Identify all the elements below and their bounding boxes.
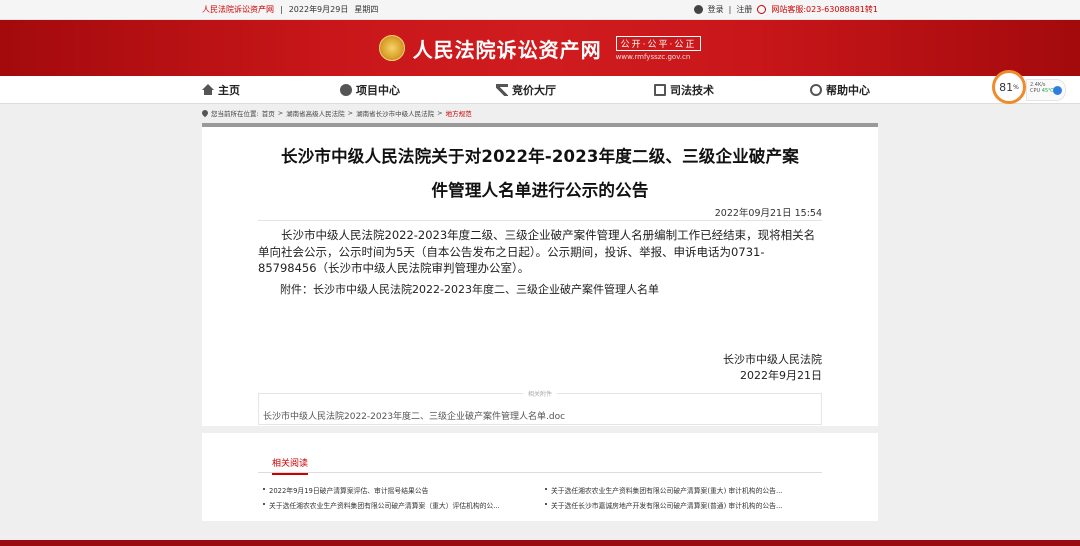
article-panel: 长沙市中级人民法院关于对2022年-2023年度二级、三级企业破产案 件管理人名… <box>202 123 878 426</box>
cpu-info: 2.4K/s CPU 45℃ <box>1026 79 1066 101</box>
cpu-temp: 45℃ <box>1041 88 1054 94</box>
breadcrumb-mid-court[interactable]: 湖南省长沙市中级人民法院 <box>356 108 434 118</box>
attachment-title-text: 相关附件 <box>522 391 557 398</box>
logo-title: 人民法院诉讼资产网 <box>412 37 602 62</box>
nav-label: 帮助中心 <box>826 84 870 97</box>
article-signature: 长沙市中级人民法院 <box>723 353 822 366</box>
article-sign-date: 2022年9月21日 <box>740 369 822 382</box>
breadcrumb-home[interactable]: 首页 <box>262 108 275 118</box>
article-body: 长沙市中级人民法院2022-2023年度二级、三级企业破产案件管理人名册编制工作… <box>258 227 822 277</box>
register-link[interactable]: 注册 <box>736 4 752 15</box>
related-link[interactable]: 关于选任湘农农业生产资料集团有限公司破产清算案（重大）评估机构的公... <box>262 500 544 510</box>
article-date: 2022年09月21日 15:54 <box>714 208 822 219</box>
tab-related-reading[interactable]: 相关阅读 <box>272 456 309 475</box>
home-icon <box>202 84 214 95</box>
top-bar: 人民法院诉讼资产网 | 2022年9月29日 星期四 登录 | 注册 网站客服:… <box>0 0 1080 20</box>
tech-icon <box>654 84 666 96</box>
cpu-percent: 81 <box>999 80 1014 94</box>
attachment-box: 相关附件 长沙市中级人民法院2022-2023年度二、三级企业破产案件管理人名单… <box>258 391 822 425</box>
nav-label: 竞价大厅 <box>512 84 556 97</box>
site-logo[interactable]: 人民法院诉讼资产网 公开·公平·公正 www.rmfysszc.gov.cn <box>378 34 702 63</box>
logo-side: 公开·公平·公正 www.rmfysszc.gov.cn <box>615 35 702 61</box>
related-list: 2022年9月19日破产清算案评估、审计摇号结果公告 关于选任湘农农业生产资料集… <box>262 485 822 510</box>
related-link[interactable]: 关于选任长沙市嘉诚房地产开发有限公司破产清算案(普通) 审计机构的公告... <box>544 500 822 510</box>
help-icon <box>810 84 822 96</box>
related-link[interactable]: 关于选任湘农农业生产资料集团有限公司破产清算案(重大) 审计机构的公告... <box>544 485 822 495</box>
main-nav: 主页 项目中心 竞价大厅 司法技术 帮助中心 81% 2.4K/s CPU 45… <box>0 70 1080 104</box>
cpu-usage-ring: 81% <box>992 70 1026 104</box>
article-paragraph: 长沙市中级人民法院2022-2023年度二级、三级企业破产案件管理人名册编制工作… <box>258 228 816 275</box>
nav-item-tech[interactable]: 司法技术 <box>654 76 714 104</box>
top-bar-right: 登录 | 注册 网站客服:023-63088881转1 <box>693 4 878 15</box>
breadcrumb-high-court[interactable]: 湖南省高级人民法院 <box>286 108 345 118</box>
login-link[interactable]: 登录 <box>708 4 724 15</box>
article-title-line1: 长沙市中级人民法院关于对2022年-2023年度二级、三级企业破产案 <box>281 147 799 166</box>
phone-icon <box>757 5 767 14</box>
nav-item-projects[interactable]: 项目中心 <box>340 76 400 104</box>
current-weekday: 星期四 <box>354 5 379 14</box>
nav-label: 项目中心 <box>356 84 400 97</box>
attachment-title: 相关附件 <box>259 389 821 398</box>
hotline-text: 网站客服:023-63088881转1 <box>771 5 878 14</box>
nav-label: 主页 <box>218 84 240 97</box>
separator: | <box>280 5 283 14</box>
divider: | <box>728 5 732 14</box>
current-date: 2022年9月29日 <box>288 5 349 14</box>
breadcrumb-sep: > <box>347 109 354 117</box>
cpu-percent-unit: % <box>1013 83 1019 91</box>
site-banner: 人民法院诉讼资产网 公开·公平·公正 www.rmfysszc.gov.cn <box>0 20 1080 76</box>
logo-url: www.rmfysszc.gov.cn <box>615 52 691 61</box>
cpu-monitor-widget[interactable]: 81% 2.4K/s CPU 45℃ <box>992 70 1070 104</box>
user-icon <box>693 5 703 14</box>
auction-icon <box>496 84 508 96</box>
logo-slogan: 公开·公平·公正 <box>615 35 702 51</box>
article-annex: 附件：长沙市中级人民法院2022-2023年度二、三级企业破产案件管理人名单 <box>280 283 659 296</box>
breadcrumb-prefix: 您当前所在位置: <box>211 110 259 118</box>
court-emblem-icon <box>378 35 405 61</box>
breadcrumb: 您当前所在位置: 首页 > 湖南省高级人民法院 > 湖南省长沙市中级人民法院 >… <box>200 108 472 118</box>
nav-label: 司法技术 <box>670 84 714 97</box>
article-title-line2: 件管理人名单进行公示的公告 <box>431 181 649 200</box>
nav-item-home[interactable]: 主页 <box>202 76 240 104</box>
breadcrumb-sep: > <box>277 109 284 117</box>
project-icon <box>340 84 352 96</box>
related-reading-panel: 相关阅读 2022年9月19日破产清算案评估、审计摇号结果公告 关于选任湘农农业… <box>202 433 878 521</box>
footer-bar <box>0 540 1080 546</box>
site-name-link[interactable]: 人民法院诉讼资产网 <box>202 4 274 15</box>
related-tab-bar: 相关阅读 <box>258 453 822 475</box>
article-divider <box>258 220 822 221</box>
attachment-file-link[interactable]: 长沙市中级人民法院2022-2023年度二、三级企业破产案件管理人名单.doc <box>263 409 565 422</box>
top-bar-left: 人民法院诉讼资产网 | 2022年9月29日 星期四 <box>202 4 378 15</box>
related-link[interactable]: 2022年9月19日破产清算案评估、审计摇号结果公告 <box>262 485 544 495</box>
location-pin-icon <box>200 108 210 118</box>
accelerate-ball-icon[interactable] <box>1053 86 1062 95</box>
nav-item-auction[interactable]: 竞价大厅 <box>496 76 556 104</box>
breadcrumb-sep: > <box>437 109 443 117</box>
breadcrumb-current[interactable]: 地方规范 <box>446 108 472 118</box>
nav-item-help[interactable]: 帮助中心 <box>810 76 870 104</box>
cpu-label: CPU <box>1030 88 1041 94</box>
